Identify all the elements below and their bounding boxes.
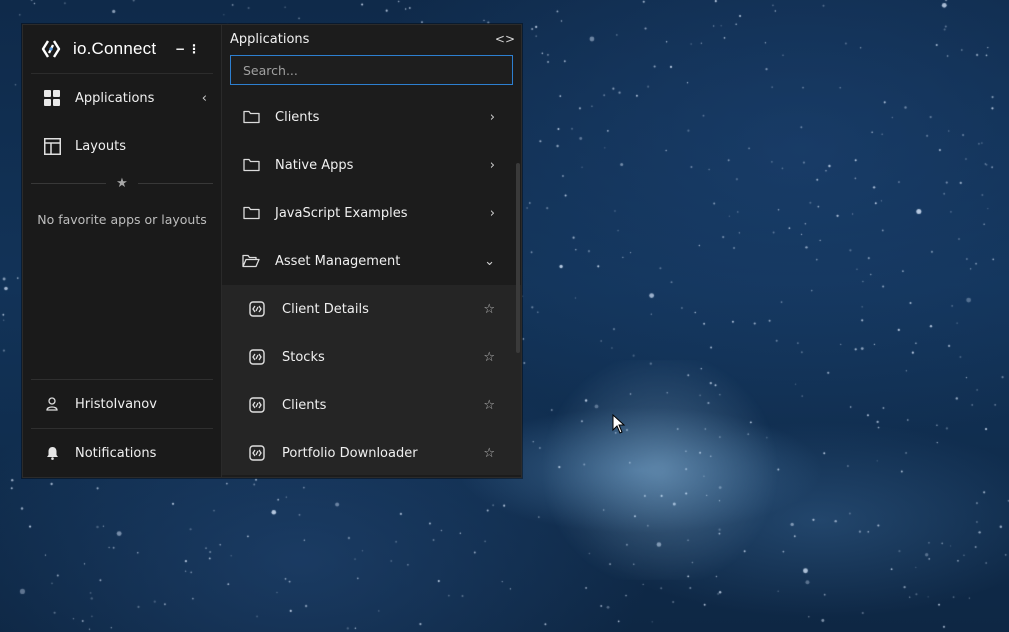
minimize-button[interactable]: − — [173, 42, 187, 56]
chevron-left-icon[interactable]: ‹ — [202, 91, 207, 106]
search-input[interactable] — [241, 61, 502, 79]
folder-clients[interactable]: Clients › — [222, 93, 521, 141]
more-menu-button[interactable]: ⋮ — [187, 42, 201, 56]
app-stocks[interactable]: Stocks ☆ — [222, 333, 521, 381]
star-icon: ★ — [116, 175, 128, 191]
app-clients[interactable]: Clients ☆ — [222, 381, 521, 429]
list-scrollbar[interactable] — [516, 163, 520, 353]
applications-list: Clients › Native Apps › JavaScript Examp… — [222, 93, 521, 475]
brand-name: io.Connect — [73, 39, 157, 58]
favorites-divider: ★ — [31, 174, 213, 192]
io-connect-logo-icon — [41, 40, 61, 58]
app-portfolio-downloader[interactable]: Portfolio Downloader ☆ — [222, 429, 521, 475]
sidebar-item-layouts[interactable]: Layouts — [23, 122, 221, 170]
user-name: HristoIvanov — [75, 396, 157, 412]
bell-icon — [43, 444, 61, 462]
launcher-window: io.Connect − ⋮ Applications ‹ Layouts ★ … — [22, 24, 522, 478]
collapse-expand-button[interactable]: <> — [495, 32, 515, 46]
mouse-cursor-icon — [612, 414, 626, 434]
favorite-star-icon[interactable]: ☆ — [483, 302, 495, 317]
app-icon — [248, 444, 266, 462]
layout-icon — [43, 137, 61, 155]
app-client-details[interactable]: Client Details ☆ — [222, 285, 521, 333]
applications-panel: Applications <> Clients › Native Apps › — [222, 25, 521, 477]
user-icon — [43, 395, 61, 413]
app-label: Clients — [282, 397, 327, 413]
folder-label: Native Apps — [275, 157, 354, 173]
favorite-star-icon[interactable]: ☆ — [483, 398, 495, 413]
app-icon — [248, 396, 266, 414]
app-label: Portfolio Downloader — [282, 445, 418, 461]
notifications-label: Notifications — [75, 445, 157, 461]
folder-native-apps[interactable]: Native Apps › — [222, 141, 521, 189]
sidebar: io.Connect − ⋮ Applications ‹ Layouts ★ … — [23, 25, 222, 477]
folder-label: JavaScript Examples — [275, 205, 408, 221]
folder-icon — [242, 108, 260, 126]
notifications-button[interactable]: Notifications — [23, 429, 221, 477]
favorites-empty-message: No favorite apps or layouts — [37, 212, 207, 227]
sidebar-item-label: Applications — [75, 90, 155, 106]
favorite-star-icon[interactable]: ☆ — [483, 350, 495, 365]
folder-asset-management[interactable]: Asset Management ⌄ — [222, 237, 521, 285]
chevron-right-icon: › — [489, 109, 495, 125]
brand-row[interactable]: io.Connect − ⋮ — [31, 25, 213, 74]
folder-open-icon — [242, 252, 260, 270]
folder-label: Asset Management — [275, 253, 401, 269]
folder-icon — [242, 204, 260, 222]
app-label: Client Details — [282, 301, 369, 317]
sidebar-item-applications[interactable]: Applications ‹ — [23, 74, 221, 122]
chevron-down-icon: ⌄ — [484, 253, 495, 269]
panel-title: Applications — [230, 31, 310, 47]
chevron-right-icon: › — [489, 205, 495, 221]
grid-icon — [43, 89, 61, 107]
folder-icon — [242, 156, 260, 174]
favorite-star-icon[interactable]: ☆ — [483, 446, 495, 461]
app-icon — [248, 300, 266, 318]
chevron-right-icon: › — [489, 157, 495, 173]
user-profile-button[interactable]: HristoIvanov — [23, 380, 221, 428]
app-label: Stocks — [282, 349, 325, 365]
sidebar-item-label: Layouts — [75, 138, 126, 154]
folder-javascript-examples[interactable]: JavaScript Examples › — [222, 189, 521, 237]
search-box[interactable] — [230, 55, 513, 85]
folder-label: Clients — [275, 109, 320, 125]
app-icon — [248, 348, 266, 366]
